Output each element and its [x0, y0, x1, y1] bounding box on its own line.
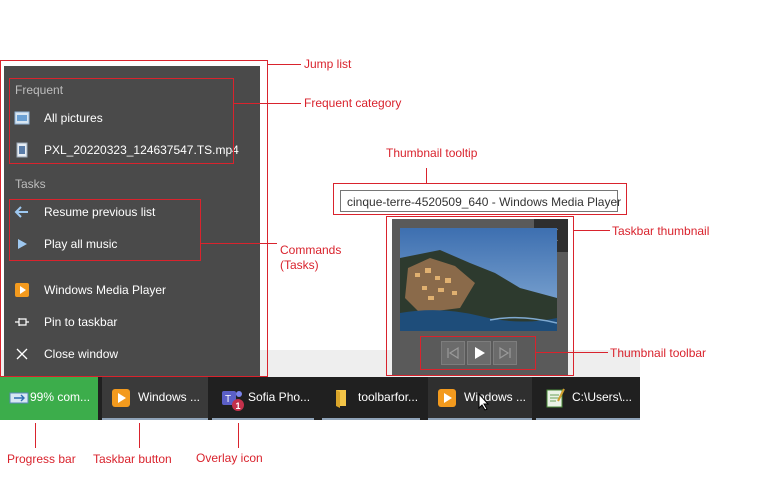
notepad-icon	[544, 387, 566, 409]
running-indicator	[102, 418, 208, 420]
taskbar-button-notepad[interactable]: C:\Users\...	[536, 377, 640, 420]
leader-line	[426, 168, 427, 183]
svg-text:T: T	[225, 394, 231, 405]
thumbnail-toolbar-highlight	[420, 336, 536, 370]
taskbar-button-label: Sofia Pho...	[248, 390, 311, 404]
annotation-taskbar-thumbnail: Taskbar thumbnail	[612, 224, 710, 238]
annotation-jump-list: Jump list	[304, 57, 352, 71]
annotation-taskbar-button: Taskbar button	[93, 452, 172, 466]
leader-line	[35, 423, 36, 448]
taskbar-button-label: toolbarfor...	[358, 390, 419, 404]
leader-line	[574, 230, 610, 231]
leader-line	[268, 64, 301, 65]
media-player-icon	[110, 387, 132, 409]
folder-icon	[330, 387, 352, 409]
annotation-overlay-icon: Overlay icon	[196, 451, 263, 465]
taskbar-button-media-player[interactable]: Windows ...	[102, 377, 208, 420]
annotation-commands-tasks: Commands (Tasks)	[280, 243, 342, 272]
annotation-progress-bar: Progress bar	[7, 452, 76, 466]
taskbar-button-file-explorer[interactable]: toolbarfor...	[322, 377, 420, 420]
taskbar-button-label: C:\Users\...	[572, 390, 633, 404]
running-indicator	[536, 418, 640, 420]
annotation-thumbnail-tooltip: Thumbnail tooltip	[386, 146, 478, 160]
leader-line	[234, 103, 301, 104]
taskbar-button-label: 99% com...	[30, 390, 91, 404]
running-indicator	[212, 418, 314, 420]
teams-icon: T1	[220, 387, 244, 411]
media-player-icon	[436, 387, 458, 409]
leader-line	[536, 352, 608, 353]
frequent-category-highlight	[9, 78, 234, 164]
leader-line	[139, 423, 140, 448]
overlay-badge-icon: 1	[236, 401, 241, 411]
transfer-icon	[8, 387, 30, 409]
annotation-thumbnail-toolbar: Thumbnail toolbar	[610, 346, 707, 360]
taskbar-button-progress[interactable]: 99% com...	[0, 377, 98, 420]
taskbar-button-label: Windows ...	[138, 390, 201, 404]
thumbnail-tooltip-highlight	[333, 183, 627, 215]
mouse-cursor-icon	[478, 393, 490, 411]
leader-line	[238, 423, 239, 448]
taskbar: 99% com... Windows ... T1 Sofia Pho... t…	[0, 377, 640, 420]
taskbar-button-teams[interactable]: T1 Sofia Pho...	[212, 377, 314, 420]
commands-tasks-highlight	[9, 199, 201, 261]
annotation-frequent-category: Frequent category	[304, 96, 402, 110]
running-indicator	[428, 418, 532, 420]
taskbar-button-label: Windows ...	[464, 390, 527, 404]
running-indicator	[322, 418, 420, 420]
leader-line	[201, 243, 277, 244]
